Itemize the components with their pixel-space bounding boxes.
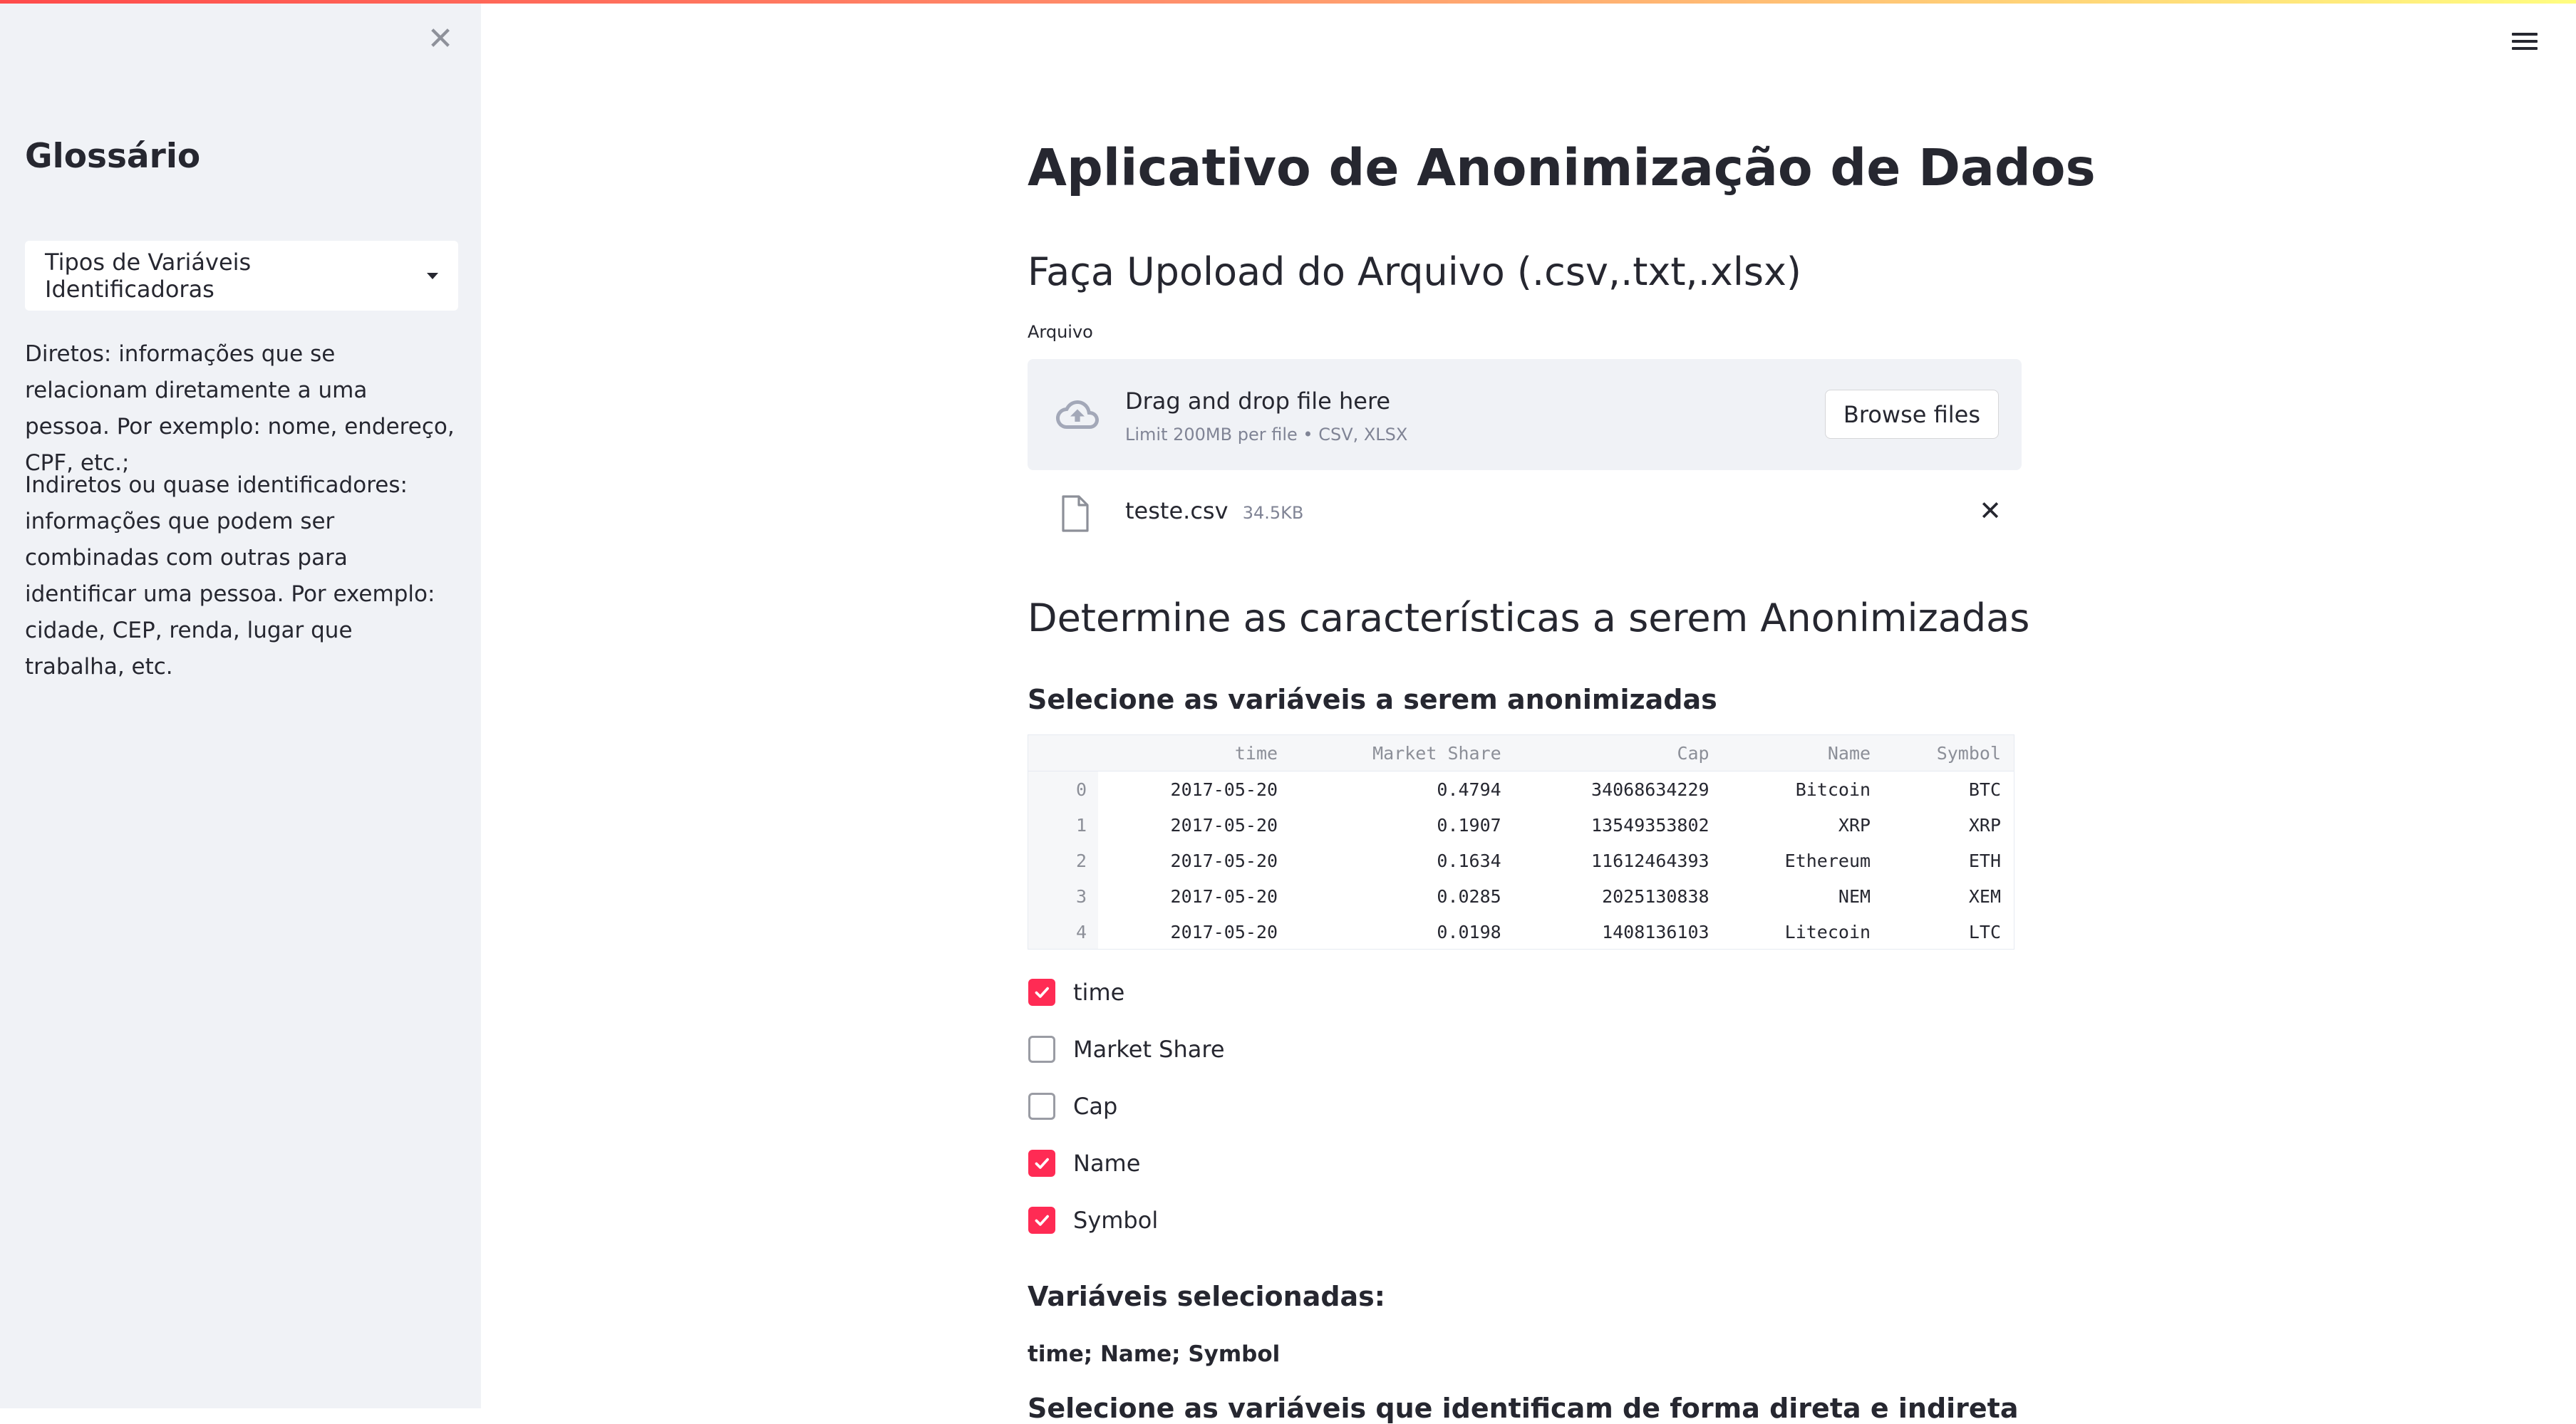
table-cell: BTC — [1968, 779, 2001, 800]
column-header: time — [1098, 735, 1291, 771]
column-header: Symbol — [1883, 735, 2014, 771]
hamburger-icon[interactable] — [2512, 28, 2538, 54]
uploaded-file: teste.csv 34.5KB ✕ — [1028, 484, 2022, 541]
checkbox-name[interactable]: Name — [1028, 1135, 1598, 1192]
row-index: 3 — [1028, 878, 1098, 914]
close-icon[interactable]: ✕ — [426, 21, 455, 57]
file-name-text: teste.csv — [1125, 497, 1228, 524]
checkbox-box[interactable] — [1028, 1093, 1055, 1120]
dropzone-limit: Limit 200MB per file • CSV, XLSX — [1125, 425, 1408, 445]
table-cell: 2017-05-20 — [1170, 779, 1278, 800]
row-index: 0 — [1028, 771, 1098, 807]
glossary-select-value: Tipos de Variáveis Identificadoras — [45, 249, 252, 303]
file-uploader-label: Arquivo — [1028, 322, 1093, 342]
sidebar: ✕ Glossário Tipos de Variáveis Identific… — [0, 0, 481, 1408]
column-header: Market Share — [1290, 735, 1514, 771]
checkbox-market-share[interactable]: Market Share — [1028, 1021, 1598, 1078]
table-cell: 0.1634 — [1437, 850, 1501, 871]
table-cell: 13549353802 — [1591, 814, 1709, 836]
header-decoration-bar — [0, 0, 2576, 4]
checkbox-time[interactable]: time — [1028, 964, 1598, 1021]
checkbox-label: Cap — [1073, 1093, 1118, 1120]
table-cell: ETH — [1968, 850, 2001, 871]
table-row: 3 2017-05-20 0.0285 2025130838 NEM XEM — [1028, 878, 2014, 914]
table-cell: 2025130838 — [1602, 885, 1709, 907]
table-cell: 0.4794 — [1437, 779, 1501, 800]
file-size: 34.5KB — [1242, 503, 1304, 523]
table-cell: 0.0198 — [1437, 921, 1501, 942]
close-icon[interactable]: ✕ — [1974, 494, 2007, 527]
dataframe-table: time Market Share Cap Name Symbol 0 2017… — [1028, 735, 2014, 949]
cloud-upload-icon — [1056, 400, 1099, 429]
upload-heading: Faça Upoload do Arquivo (.csv,.txt,.xlsx… — [1028, 249, 1801, 294]
select-variables-heading: Selecione as variáveis a serem anonimiza… — [1028, 684, 1717, 715]
sidebar-title: Glossário — [25, 137, 201, 176]
selected-variables-heading: Variáveis selecionadas: — [1028, 1281, 1385, 1312]
file-icon — [1062, 495, 1089, 532]
checkmark-icon — [1035, 987, 1049, 998]
checkmark-icon — [1035, 1215, 1049, 1226]
table-cell: XRP — [1838, 814, 1871, 836]
checkbox-cap[interactable]: Cap — [1028, 1078, 1598, 1135]
uploaded-file-name: teste.csv 34.5KB — [1125, 497, 1303, 524]
table-row: 2 2017-05-20 0.1634 11612464393 Ethereum… — [1028, 843, 2014, 878]
glossary-paragraph-indirect: Indiretos ou quase identificadores: info… — [25, 472, 435, 680]
row-index: 4 — [1028, 914, 1098, 949]
table-cell: Litecoin — [1784, 921, 1871, 942]
glossary-paragraph-direct: Diretos: informações que se relacionam d… — [25, 341, 455, 476]
table-cell: Bitcoin — [1795, 779, 1871, 800]
checkbox-symbol[interactable]: Symbol — [1028, 1192, 1598, 1249]
identify-variables-heading: Selecione as variáveis que identificam d… — [1028, 1393, 2019, 1424]
table-cell: 34068634229 — [1591, 779, 1709, 800]
table-cell: 2017-05-20 — [1170, 850, 1278, 871]
browse-files-button[interactable]: Browse files — [1824, 390, 1999, 439]
table-cell: Ethereum — [1784, 850, 1871, 871]
table-cell: 0.1907 — [1437, 814, 1501, 836]
column-header: Cap — [1514, 735, 1722, 771]
chevron-down-icon — [427, 272, 438, 279]
table-cell: 2017-05-20 — [1170, 921, 1278, 942]
checkbox-box[interactable] — [1028, 1150, 1055, 1177]
table-cell: 2017-05-20 — [1170, 885, 1278, 907]
checkmark-icon — [1035, 1158, 1049, 1169]
table-cell: 11612464393 — [1591, 850, 1709, 871]
page-title: Aplicativo de Anonimização de Dados — [1028, 138, 2096, 197]
table-header-row: time Market Share Cap Name Symbol — [1028, 735, 2014, 771]
table-cell: 1408136103 — [1602, 921, 1709, 942]
table-cell: LTC — [1968, 921, 2001, 942]
selected-variables-value: time; Name; Symbol — [1028, 1341, 1281, 1367]
row-index: 1 — [1028, 807, 1098, 843]
glossary-select[interactable]: Tipos de Variáveis Identificadoras — [25, 241, 458, 311]
table-row: 0 2017-05-20 0.4794 34068634229 Bitcoin … — [1028, 771, 2014, 807]
dataframe[interactable]: time Market Share Cap Name Symbol 0 2017… — [1028, 734, 2014, 950]
index-header — [1028, 735, 1098, 771]
checkbox-box[interactable] — [1028, 979, 1055, 1006]
checkbox-label: time — [1073, 979, 1125, 1006]
checkbox-box[interactable] — [1028, 1036, 1055, 1063]
section-heading: Determine as características a serem Ano… — [1028, 596, 2030, 640]
table-row: 1 2017-05-20 0.1907 13549353802 XRP XRP — [1028, 807, 2014, 843]
checkbox-label: Symbol — [1073, 1207, 1159, 1234]
checkbox-label: Name — [1073, 1150, 1141, 1177]
dropzone-instructions: Drag and drop file here — [1125, 388, 1391, 415]
checkbox-box[interactable] — [1028, 1207, 1055, 1234]
table-cell: 2017-05-20 — [1170, 814, 1278, 836]
table-cell: 0.0285 — [1437, 885, 1501, 907]
table-cell: XEM — [1968, 885, 2001, 907]
file-dropzone[interactable]: Drag and drop file here Limit 200MB per … — [1028, 359, 2022, 470]
column-header: Name — [1722, 735, 1884, 771]
variable-checkboxes: time Market Share Cap Name Symbol — [1028, 964, 1598, 1249]
table-cell: NEM — [1838, 885, 1871, 907]
checkbox-label: Market Share — [1073, 1036, 1225, 1063]
table-cell: XRP — [1968, 814, 2001, 836]
row-index: 2 — [1028, 843, 1098, 878]
table-row: 4 2017-05-20 0.0198 1408136103 Litecoin … — [1028, 914, 2014, 949]
